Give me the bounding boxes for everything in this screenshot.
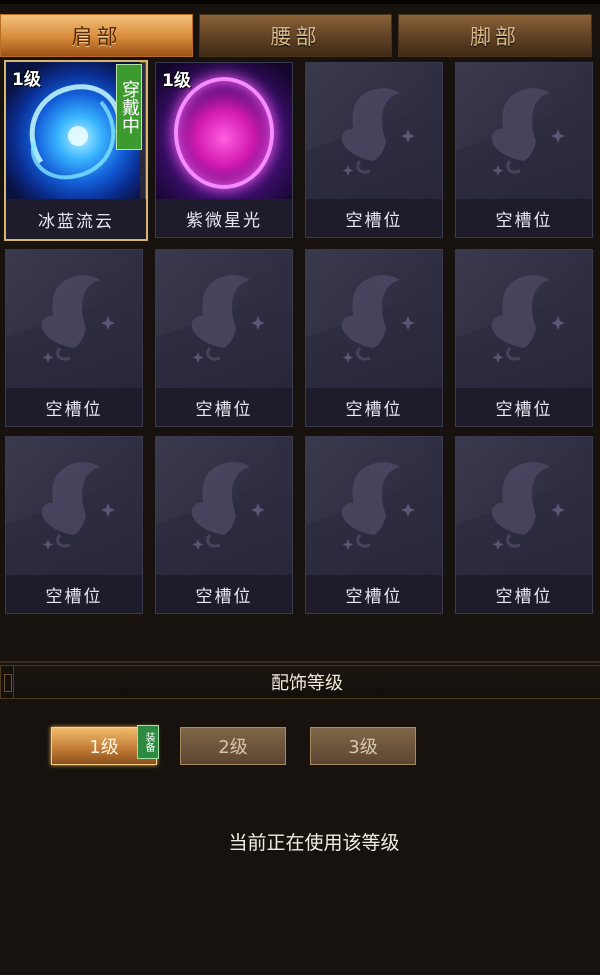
- slot-name: 冰蓝流云: [6, 199, 146, 239]
- header-ornament: [0, 665, 14, 699]
- tab-shoulder[interactable]: 肩部: [0, 14, 193, 57]
- slot-2[interactable]: 1级 紫微星光: [155, 62, 293, 238]
- slot-name: 空槽位: [456, 575, 592, 613]
- butterfly-icon: [191, 275, 265, 363]
- slot-name: 空槽位: [456, 199, 592, 237]
- level-3-button[interactable]: 3级: [310, 727, 416, 765]
- butterfly-icon: [341, 88, 415, 176]
- slot-12[interactable]: 空槽位: [455, 436, 593, 614]
- accessory-tabs: 肩部 腰部 脚部: [0, 14, 600, 57]
- status-message: 当前正在使用该等级: [228, 832, 400, 854]
- butterfly-icon: [491, 462, 565, 550]
- slot-name: 紫微星光: [156, 199, 292, 237]
- butterfly-icon: [41, 462, 115, 550]
- level-2-button[interactable]: 2级: [180, 727, 286, 765]
- slot-name: 空槽位: [156, 575, 292, 613]
- slot-10[interactable]: 空槽位: [155, 436, 293, 614]
- slot-name: 空槽位: [306, 199, 442, 237]
- slot-4[interactable]: 空槽位: [455, 62, 593, 238]
- butterfly-icon: [491, 88, 565, 176]
- butterfly-icon: [41, 275, 115, 363]
- slot-3[interactable]: 空槽位: [305, 62, 443, 238]
- slot-name: 空槽位: [456, 388, 592, 426]
- wearing-badge: 穿戴中: [116, 64, 142, 150]
- slot-name: 空槽位: [306, 575, 442, 613]
- butterfly-icon: [191, 462, 265, 550]
- butterfly-icon: [341, 462, 415, 550]
- slot-name: 空槽位: [156, 388, 292, 426]
- equipped-badge: 装备: [137, 725, 159, 759]
- slot-1[interactable]: 1级 穿戴中 冰蓝流云: [4, 60, 148, 241]
- butterfly-icon: [491, 275, 565, 363]
- tab-feet[interactable]: 脚部: [398, 14, 592, 57]
- butterfly-icon: [341, 275, 415, 363]
- tab-waist[interactable]: 腰部: [199, 14, 392, 57]
- section-divider: [0, 661, 600, 663]
- item-level: 1级: [162, 71, 191, 91]
- slot-name: 空槽位: [6, 575, 142, 613]
- slot-5[interactable]: 空槽位: [5, 249, 143, 427]
- slot-11[interactable]: 空槽位: [305, 436, 443, 614]
- slot-8[interactable]: 空槽位: [455, 249, 593, 427]
- slot-name: 空槽位: [306, 388, 442, 426]
- slot-name: 空槽位: [6, 388, 142, 426]
- slot-7[interactable]: 空槽位: [305, 249, 443, 427]
- slot-9[interactable]: 空槽位: [5, 436, 143, 614]
- slot-6[interactable]: 空槽位: [155, 249, 293, 427]
- top-border: [0, 0, 600, 4]
- item-level: 1级: [12, 70, 41, 90]
- section-title: 配饰等级: [14, 665, 600, 699]
